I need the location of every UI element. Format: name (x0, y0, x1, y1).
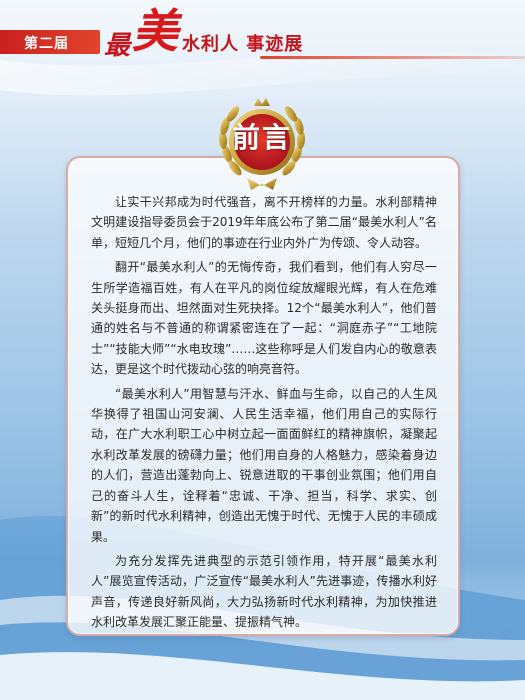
paragraph-1: 让实干兴邦成为时代强音，离不开榜样的力量。水利部精神文明建设指导委员会于2019… (91, 195, 437, 250)
title-zui: 最 (104, 31, 131, 61)
edition-label: 第二届 (24, 36, 69, 52)
paragraph-4: 为充分发挥先进典型的示范引领作用，特开展“最美水利人”展览宣传活动，广泛宣传“最… (91, 553, 437, 630)
title-rest: 水利人 事迹展 (182, 34, 304, 55)
preface-title: 前言 (231, 121, 292, 154)
paragraph-3: “最美水利人”用智慧与汗水、鲜血与生命，以自己的人生风华换得了祖国山河安澜、人民… (91, 386, 437, 544)
preface-body: 让实干兴邦成为时代强音，离不开榜样的力量。水利部精神文明建设指导委员会于2019… (91, 192, 437, 633)
paragraph-2: 翻开“最美水利人”的无悔传奇，我们看到，他们有人穷尽一生所学造福百姓，有人在平凡… (91, 260, 437, 377)
title-mei: 美 (132, 4, 178, 58)
header-underline (260, 56, 525, 59)
header: 第二届 最 美 水利人 事迹展 (0, 0, 525, 70)
